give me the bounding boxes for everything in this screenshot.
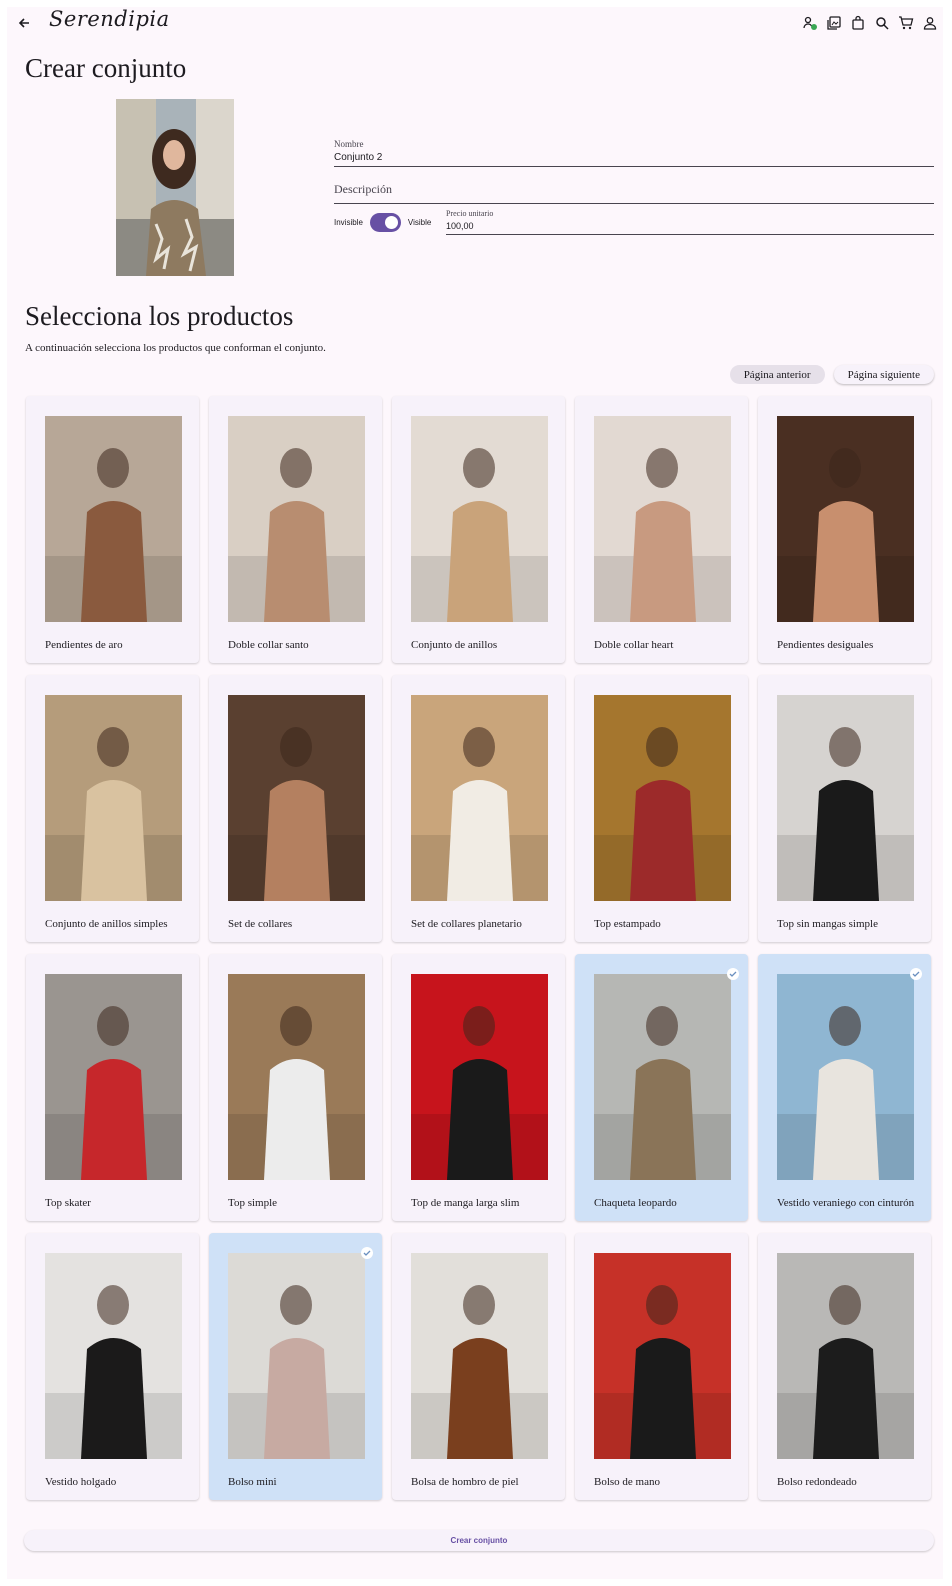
product-card[interactable]: Set de collares planetario xyxy=(392,675,565,942)
shopping-bag-icon[interactable] xyxy=(849,14,867,32)
product-name: Doble collar heart xyxy=(594,639,674,651)
description-placeholder[interactable]: Descripción xyxy=(334,182,934,197)
toolbar-icons xyxy=(801,14,939,32)
product-name: Conjunto de anillos simples xyxy=(45,918,168,930)
product-name: Top de manga larga slim xyxy=(411,1197,520,1209)
selected-check-icon xyxy=(361,1247,373,1259)
product-name: Set de collares planetario xyxy=(411,918,522,930)
name-field-value[interactable]: Conjunto 2 xyxy=(334,152,934,163)
product-card[interactable]: Top skater xyxy=(26,954,199,1221)
brand-logo[interactable]: Serendipia xyxy=(49,7,170,31)
product-image xyxy=(228,1253,365,1459)
product-card[interactable]: Bolsa de hombro de piel xyxy=(392,1233,565,1500)
product-card[interactable]: Set de collares xyxy=(209,675,382,942)
product-name: Doble collar santo xyxy=(228,639,309,651)
product-card[interactable]: Bolso mini xyxy=(209,1233,382,1500)
product-image xyxy=(594,974,731,1180)
product-card[interactable]: Conjunto de anillos xyxy=(392,396,565,663)
name-field-label: Nombre xyxy=(334,139,364,149)
product-image xyxy=(777,416,914,622)
price-field[interactable]: Precio unitario 100,00 xyxy=(446,209,934,235)
product-image xyxy=(594,416,731,622)
next-page-button[interactable]: Página siguiente xyxy=(833,365,934,384)
product-name: Bolso mini xyxy=(228,1476,277,1488)
product-card[interactable]: Pendientes desiguales xyxy=(758,396,931,663)
product-card[interactable]: Chaqueta leopardo xyxy=(575,954,748,1221)
back-arrow-icon[interactable] xyxy=(16,15,32,31)
product-image xyxy=(228,974,365,1180)
product-image xyxy=(777,974,914,1180)
product-image xyxy=(411,416,548,622)
page-title: Crear conjunto xyxy=(25,53,187,83)
visibility-toggle-row: Invisible Visible xyxy=(334,213,431,232)
product-card[interactable]: Vestido holgado xyxy=(26,1233,199,1500)
pagination: Página anterior Página siguiente xyxy=(729,365,934,384)
product-card[interactable]: Doble collar heart xyxy=(575,396,748,663)
product-card[interactable]: Bolso de mano xyxy=(575,1233,748,1500)
create-set-button[interactable]: Crear conjunto xyxy=(24,1530,934,1551)
invisible-label: Invisible xyxy=(334,218,363,227)
switch-knob xyxy=(384,216,398,229)
product-name: Pendientes desiguales xyxy=(777,639,874,651)
products-section-title: Selecciona los productos xyxy=(25,301,294,331)
product-card[interactable]: Bolso redondeado xyxy=(758,1233,931,1500)
product-card[interactable]: Pendientes de aro xyxy=(26,396,199,663)
product-card[interactable]: Vestido veraniego con cinturón xyxy=(758,954,931,1221)
product-image xyxy=(45,1253,182,1459)
product-image xyxy=(777,695,914,901)
visible-label: Visible xyxy=(407,218,432,227)
person-add-icon[interactable] xyxy=(801,14,819,32)
collections-icon[interactable] xyxy=(825,14,843,32)
price-field-value[interactable]: 100,00 xyxy=(446,221,934,231)
description-field[interactable]: Descripción xyxy=(334,182,934,204)
product-image xyxy=(594,1253,731,1459)
product-card[interactable]: Doble collar santo xyxy=(209,396,382,663)
products-section-subtitle: A continuación selecciona los productos … xyxy=(25,342,326,354)
product-name: Conjunto de anillos xyxy=(411,639,498,651)
account-icon[interactable] xyxy=(921,14,939,32)
product-card[interactable]: Top estampado xyxy=(575,675,748,942)
product-image xyxy=(228,416,365,622)
page: Serendipia Crear conjunto Nombre Conjunt… xyxy=(7,7,943,1579)
product-image xyxy=(411,695,548,901)
product-name: Top estampado xyxy=(594,918,661,930)
description-underline xyxy=(334,203,934,204)
top-app-bar: Serendipia xyxy=(7,7,943,39)
product-name: Pendientes de aro xyxy=(45,639,123,651)
product-image xyxy=(594,695,731,901)
product-image xyxy=(411,974,548,1180)
cart-icon[interactable] xyxy=(897,14,915,32)
product-name: Set de collares xyxy=(228,918,293,930)
product-name: Vestido holgado xyxy=(45,1476,117,1488)
product-name: Top simple xyxy=(228,1197,278,1209)
product-image xyxy=(45,695,182,901)
product-name: Chaqueta leopardo xyxy=(594,1197,677,1209)
product-name: Top sin mangas simple xyxy=(777,918,878,930)
product-name: Top skater xyxy=(45,1197,91,1209)
product-name: Bolso de mano xyxy=(594,1476,660,1488)
product-card[interactable]: Top de manga larga slim xyxy=(392,954,565,1221)
product-image xyxy=(45,974,182,1180)
set-cover-image[interactable] xyxy=(116,99,234,276)
product-image xyxy=(777,1253,914,1459)
product-card[interactable]: Top sin mangas simple xyxy=(758,675,931,942)
previous-page-button[interactable]: Página anterior xyxy=(729,365,825,384)
product-name: Bolso redondeado xyxy=(777,1476,857,1488)
product-image xyxy=(228,695,365,901)
name-field-underline xyxy=(334,166,934,167)
selected-check-icon xyxy=(727,968,739,980)
product-name: Bolsa de hombro de piel xyxy=(411,1476,519,1488)
product-card[interactable]: Conjunto de anillos simples xyxy=(26,675,199,942)
search-icon[interactable] xyxy=(873,14,891,32)
product-image xyxy=(411,1253,548,1459)
product-card[interactable]: Top simple xyxy=(209,954,382,1221)
selected-check-icon xyxy=(910,968,922,980)
visibility-switch[interactable] xyxy=(369,213,401,232)
product-image xyxy=(45,416,182,622)
price-field-label: Precio unitario xyxy=(446,209,494,218)
name-field[interactable]: Nombre Conjunto 2 xyxy=(334,139,934,167)
price-field-underline xyxy=(446,234,934,235)
product-name: Vestido veraniego con cinturón xyxy=(777,1197,915,1209)
